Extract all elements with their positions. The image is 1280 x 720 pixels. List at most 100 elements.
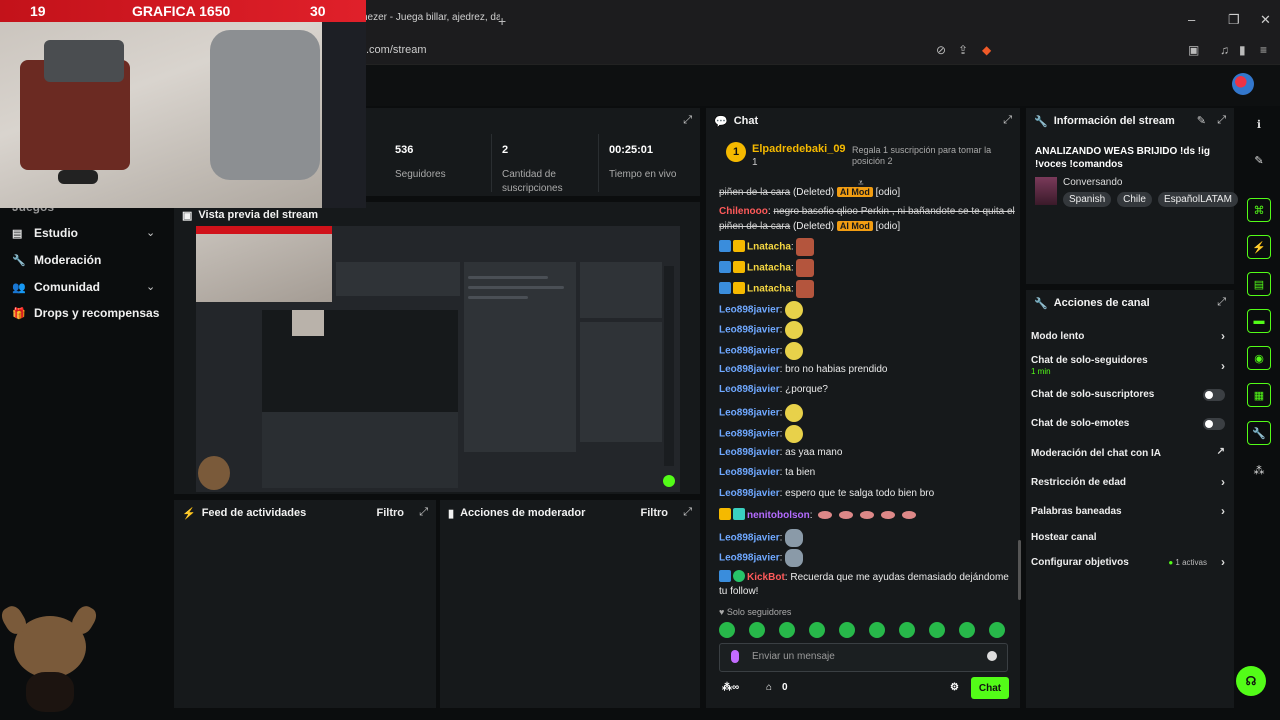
- chat-message: Leo898javier:: [719, 549, 1015, 567]
- emoji-icon[interactable]: [987, 651, 997, 661]
- expand-icon[interactable]: ⤢: [419, 506, 428, 519]
- browser-tab[interactable]: nezer - Juega billar, ajedrez, dam: [362, 12, 500, 34]
- emote[interactable]: [869, 622, 885, 638]
- sidebar-item-drops[interactable]: 🎁 Drops y recompensas: [12, 306, 159, 320]
- share-icon[interactable]: ⇪: [958, 43, 968, 57]
- emote[interactable]: [929, 622, 945, 638]
- info-icon[interactable]: ℹ: [1247, 112, 1271, 136]
- channel-points-icon[interactable]: ⁂∞: [722, 682, 739, 693]
- emote[interactable]: [839, 622, 855, 638]
- expand-icon[interactable]: ⤢: [1217, 114, 1226, 127]
- chat-message: Leo898javier: espero que te salga todo b…: [719, 488, 935, 499]
- stat-followers: 536 Seguidores: [395, 144, 446, 180]
- emote: [796, 280, 815, 298]
- action-age-restriction[interactable]: Restricción de edad ›: [1031, 475, 1227, 489]
- maximize-button[interactable]: ❐: [1228, 12, 1240, 28]
- gift-icon: 🎁: [12, 307, 26, 320]
- category-name[interactable]: Conversando: [1063, 177, 1122, 188]
- expand-icon[interactable]: ⤢: [1003, 114, 1012, 127]
- chat-message: Leo898javier:: [719, 321, 1015, 339]
- bolt-icon[interactable]: ⚡: [1247, 235, 1271, 259]
- url-field[interactable]: .com/stream: [366, 44, 427, 56]
- tag-pill[interactable]: Spanish: [1063, 192, 1112, 207]
- chevron-down-icon[interactable]: ⌄: [146, 226, 155, 239]
- stream-title: ANALIZANDO WEAS BRIJIDO !ds !ig !voces !…: [1035, 146, 1210, 170]
- active-goals-badge: 1 activas: [1168, 558, 1207, 567]
- menu-icon[interactable]: ≡: [1260, 43, 1267, 57]
- action-host-channel[interactable]: Hostear canal: [1031, 532, 1227, 543]
- subscribers-only-toggle[interactable]: [1203, 389, 1225, 401]
- bolt-icon: ⚡: [182, 507, 196, 520]
- emote[interactable]: [989, 622, 1005, 638]
- moderation-icon[interactable]: ⌘: [1247, 198, 1271, 222]
- action-followers-only[interactable]: Chat de solo-seguidores 1 min ›: [1031, 355, 1227, 377]
- leaderboard-rank: 1: [726, 142, 746, 162]
- chat-message: Leo898javier: ¿porque?: [719, 384, 828, 395]
- action-emotes-only[interactable]: Chat de solo-emotes: [1031, 418, 1227, 430]
- emote[interactable]: [959, 622, 975, 638]
- chevron-down-icon[interactable]: ⌄: [146, 280, 155, 293]
- settings-gear-icon[interactable]: ⚙: [950, 682, 959, 693]
- emote: [785, 404, 804, 422]
- brave-shield-icon[interactable]: ◆: [982, 43, 991, 57]
- mod-filter-button[interactable]: Filtro: [641, 507, 669, 519]
- sidebar-item-comunidad[interactable]: 👥 Comunidad: [12, 280, 100, 294]
- feed-filter-button[interactable]: Filtro: [377, 507, 405, 519]
- chevron-right-icon: ›: [1221, 504, 1225, 518]
- expand-icon[interactable]: ⤢: [1217, 296, 1226, 309]
- stream-preview-video[interactable]: [196, 226, 680, 492]
- emotes-only-toggle[interactable]: [1203, 418, 1225, 430]
- sidebar-item-estudio[interactable]: ▤ Estudio: [12, 226, 78, 240]
- broadcast-icon[interactable]: ◉: [1247, 346, 1271, 370]
- shoes: [58, 170, 98, 184]
- minimize-button[interactable]: –: [1188, 12, 1195, 27]
- chat-icon[interactable]: ▬: [1247, 309, 1271, 333]
- chat-scrollbar[interactable]: [1018, 540, 1021, 600]
- microphone-icon[interactable]: [731, 650, 739, 663]
- emote: [796, 259, 815, 277]
- emote[interactable]: [809, 622, 825, 638]
- edit-pencil-icon[interactable]: ✎: [1197, 114, 1206, 127]
- sidebar-item-moderacion[interactable]: 🔧 Moderación: [12, 253, 101, 267]
- chat-message: Chilenooo: negro basofio qlioo Perkin , …: [719, 206, 1015, 232]
- action-ai-moderation[interactable]: Moderación del chat con IA ↗: [1031, 446, 1227, 459]
- category-thumbnail[interactable]: [1035, 177, 1057, 205]
- clipboard-icon[interactable]: ▤: [1247, 272, 1271, 296]
- action-subscribers-only[interactable]: Chat de solo-suscriptores: [1031, 389, 1227, 401]
- pinned-username[interactable]: Elpadredebaki_09: [752, 143, 846, 155]
- emote[interactable]: [779, 622, 795, 638]
- chevron-right-icon: ›: [1221, 359, 1225, 373]
- new-tab-button[interactable]: +: [498, 13, 506, 29]
- emote: [785, 425, 804, 443]
- send-chat-button[interactable]: Chat: [971, 677, 1009, 699]
- picture-in-picture-icon[interactable]: ▣: [1188, 43, 1199, 57]
- add-widget-icon[interactable]: ⁂: [1247, 458, 1271, 482]
- emote[interactable]: [749, 622, 765, 638]
- tag-pill[interactable]: Chile: [1117, 192, 1152, 207]
- sidebar-icon[interactable]: ▮: [1239, 43, 1246, 57]
- help-chat-button[interactable]: ☊: [1236, 666, 1266, 696]
- layout-icon[interactable]: ▦: [1247, 383, 1271, 407]
- gift-sub-note[interactable]: Regala 1 suscripción para tomar la posic…: [852, 145, 1002, 167]
- action-banned-words[interactable]: Palabras baneadas ›: [1031, 504, 1227, 518]
- pencil-icon[interactable]: ✎: [1247, 148, 1271, 172]
- emote[interactable]: [719, 622, 735, 638]
- gift-icon[interactable]: ⌂: [766, 682, 772, 693]
- preview-line: [468, 296, 528, 299]
- wrench-icon[interactable]: 🔧: [1247, 421, 1271, 445]
- action-configure-goals[interactable]: Configurar objetivos1 activas›: [1031, 555, 1227, 569]
- tag-pill[interactable]: EspañolLATAM: [1157, 192, 1238, 207]
- webcam-dark-edge: [322, 0, 366, 208]
- emote: [796, 238, 815, 256]
- music-icon[interactable]: ♫: [1220, 43, 1229, 57]
- expand-icon[interactable]: ⤢: [683, 506, 692, 519]
- action-slow-mode[interactable]: Modo lento ›: [1031, 329, 1227, 343]
- close-window-button[interactable]: ✕: [1260, 12, 1271, 28]
- avatar[interactable]: [1232, 73, 1254, 95]
- emote[interactable]: [899, 622, 915, 638]
- camera-icon: ▣: [182, 209, 193, 222]
- preview-info: [580, 262, 662, 318]
- eye-off-icon[interactable]: ⊘: [936, 43, 946, 57]
- expand-icon[interactable]: ⤢: [683, 114, 692, 127]
- webcam-right-number: 30: [310, 3, 326, 19]
